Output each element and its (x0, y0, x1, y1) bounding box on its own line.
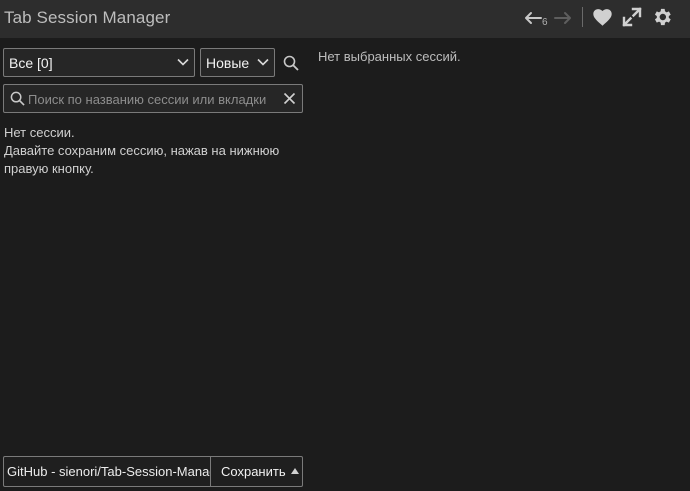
heart-icon[interactable] (592, 7, 613, 27)
expand-icon[interactable] (622, 7, 642, 27)
empty-sessions-message: Нет сессии. Давайте сохраним сессию, наж… (4, 124, 294, 178)
chevron-down-icon (257, 58, 269, 66)
save-button[interactable]: Сохранить (211, 457, 289, 486)
chevron-down-icon (177, 58, 189, 66)
sort-order-select[interactable]: Новые (200, 48, 275, 77)
empty-sessions-hint: Давайте сохраним сессию, нажав на нижнюю… (4, 143, 280, 176)
close-icon[interactable] (283, 92, 296, 105)
save-session-bar: Сохранить (3, 456, 303, 487)
redo-icon[interactable] (553, 10, 573, 26)
session-filter-value: Все [0] (9, 55, 53, 71)
app-header: Tab Session Manager 6 (0, 0, 690, 38)
search-icon (10, 91, 25, 106)
app-title: Tab Session Manager (4, 8, 171, 27)
undo-count: 6 (542, 17, 548, 28)
empty-sessions-title: Нет сессии. (4, 125, 75, 140)
session-search-box (3, 84, 303, 113)
chevron-up-icon[interactable] (291, 468, 299, 474)
session-filter-select[interactable]: Все [0] (3, 48, 195, 77)
header-toolbar: 6 (490, 0, 690, 38)
session-name-input[interactable] (4, 457, 210, 486)
sort-order-value: Новые (206, 55, 250, 71)
toolbar-divider (582, 7, 583, 27)
gear-icon[interactable] (651, 6, 673, 28)
session-details-placeholder: Нет выбранных сессий. (318, 49, 461, 64)
undo-icon[interactable] (523, 10, 543, 26)
session-search-input[interactable] (28, 88, 276, 110)
search-icon[interactable] (283, 55, 299, 71)
